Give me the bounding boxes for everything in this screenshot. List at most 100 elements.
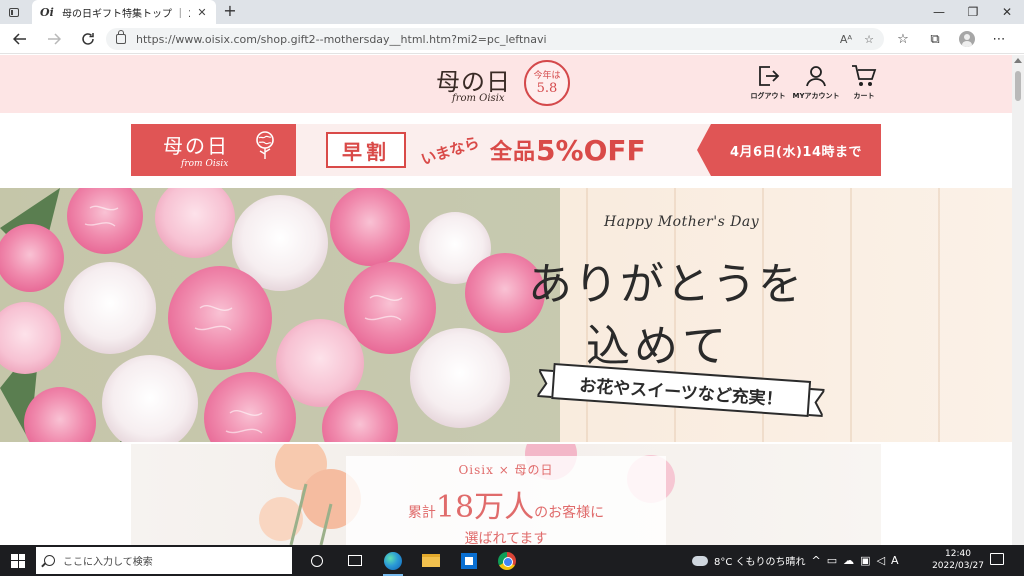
banner-logo-title: 母の日 [163,134,229,158]
maximize-button[interactable]: ❐ [956,0,990,24]
early-discount-banner[interactable]: 母の日 from Oisix 早割 いまなら 全品 5%OFF 4月6日(水)1… [131,124,881,176]
discount-label: 5%OFF [536,133,646,167]
edge-taskbar-button[interactable] [374,545,412,576]
customer-count-banner[interactable]: Oisix × 母の日 累計18万人のお客様に 選ばれてます [131,444,881,545]
task-view-button[interactable] [336,545,374,576]
task-view-icon [348,555,362,566]
battery-icon[interactable]: ▭ [827,554,837,567]
carnation-bouquet-image [0,188,560,442]
happy-mothers-day-text: Happy Mother's Day [604,214,760,230]
banner-logo-block: 母の日 from Oisix [131,124,296,176]
clock-time: 12:40 [945,549,971,559]
my-account-link[interactable]: MYアカウント [792,63,840,101]
cortana-icon [311,554,323,567]
scroll-up-icon[interactable] [1014,58,1022,63]
early-discount-tag: 早割 [326,132,406,168]
my-account-label: MYアカウント [792,92,840,100]
logout-icon [755,63,781,89]
explorer-taskbar-button[interactable] [412,545,450,576]
read-aloud-icon[interactable]: Aᴬ [840,33,852,46]
all-items-label: 全品 [490,140,537,165]
tab-title: 母の日ギフト特集トップ ｜ 2022年 母の日 [62,8,190,20]
clock-date: 2022/03/27 [932,561,984,571]
logo-from: from Oisix [452,93,505,104]
system-tray: 8°C くもりのち晴れ ^ ▭ ☁ ▣ ◁ A [692,545,899,576]
tab-close-icon[interactable]: ✕ [196,6,208,19]
store-taskbar-button[interactable] [450,545,488,576]
refresh-button[interactable] [78,29,98,49]
count-prefix: 累計 [407,505,436,521]
page-scrollbar[interactable] [1012,55,1024,545]
customer-count-headline: 累計18万人のお客様に [346,482,666,526]
back-button[interactable] [10,29,30,49]
forward-button[interactable] [44,29,64,49]
new-tab-button[interactable]: + [221,2,239,20]
chrome-icon [498,551,516,570]
onedrive-icon[interactable]: ☁ [843,554,854,567]
hero-message: Happy Mother's Day ありがとうを 込めて お花やスイーツなど充… [500,188,1012,442]
more-menu-icon[interactable]: ⋯ [986,29,1012,49]
refresh-icon [82,33,94,45]
logout-link[interactable]: ログアウト [749,63,787,101]
banner-offer-block: 早割 いまなら 全品 5%OFF 4月6日(水)14時まで [296,124,881,176]
hero-line-2: 込めて [586,321,730,372]
volume-icon[interactable]: ◁ [877,554,885,567]
stamp-date: 5.8 [536,80,558,96]
taskbar-apps [298,545,526,576]
browser-toolbar: ☆ ⧉ ⋯ [890,29,1012,49]
count-suffix: のお客様に [534,505,605,521]
scroll-thumb[interactable] [1015,71,1021,101]
address-bar-row: https://www.oisix.com/shop.gift2--mother… [0,24,1024,54]
customer-count-section: Oisix × 母の日 累計18万人のお客様に 選ばれてます [0,444,1012,545]
taskbar-search-box[interactable]: ここに入力して検索 [36,547,292,574]
cortana-button[interactable] [298,545,336,576]
stamp-label: 今年は [533,70,561,81]
cloud-icon [692,555,708,566]
mothers-day-logo[interactable]: 母の日 from Oisix 今年は 5.8 [436,60,586,108]
search-icon [44,555,55,566]
store-icon [461,552,477,569]
tab-actions-icon[interactable] [6,4,22,20]
browser-tab[interactable]: Oi 母の日ギフト特集トップ ｜ 2022年 母の日 ✕ [32,0,216,24]
url-text[interactable]: https://www.oisix.com/shop.gift2--mother… [136,33,828,46]
header-links: ログアウト MYアカウント カート [749,63,883,101]
notification-center-icon[interactable] [990,553,1004,565]
hero-banner[interactable]: Happy Mother's Day ありがとうを 込めて お花やスイーツなど充… [0,188,1012,442]
chrome-taskbar-button[interactable] [488,545,526,576]
hero-line-1: ありがとうを [528,259,804,310]
weather-text[interactable]: 8°C くもりのち晴れ [714,553,806,568]
account-icon [803,63,829,89]
start-button[interactable] [0,545,36,576]
site-header: 母の日 from Oisix 今年は 5.8 ログアウト MYアカウント カート [0,55,1012,113]
ime-indicator[interactable]: A [891,554,899,567]
search-placeholder: ここに入力して検索 [63,557,153,568]
collections-icon[interactable]: ⧉ [922,29,948,49]
banner-logo-from: from Oisix [181,159,229,169]
lock-icon [116,30,126,44]
forward-arrow-icon [48,33,61,45]
browser-tab-bar: Oi 母の日ギフト特集トップ ｜ 2022年 母の日 ✕ + — ❐ ✕ [0,0,1024,24]
customer-count-card: Oisix × 母の日 累計18万人のお客様に 選ばれてます [346,456,666,545]
site-favicon-icon: Oi [40,5,54,19]
network-icon[interactable]: ▣ [860,554,870,567]
windows-logo-icon [11,553,25,568]
date-stamp: 今年は 5.8 [524,60,570,106]
favorites-icon[interactable]: ☆ [890,29,916,49]
deadline-label: 4月6日(水)14時まで [697,124,881,176]
taskbar-clock[interactable]: 12:40 2022/03/27 [930,548,986,572]
minimize-button[interactable]: — [922,0,956,24]
cart-link[interactable]: カート [845,63,883,101]
cart-label: カート [853,92,875,100]
count-number: 18万人 [435,490,535,525]
oisix-mothers-day-title: Oisix × 母の日 [458,463,554,477]
show-hidden-icons-icon[interactable]: ^ [812,554,821,567]
favorite-star-icon[interactable]: ☆ [864,33,874,46]
url-field[interactable]: https://www.oisix.com/shop.gift2--mother… [106,28,884,50]
folder-icon [422,554,440,567]
hero-ribbon: お花やスイーツなど充実！ [536,362,826,422]
logout-label: ログアウト [750,92,786,100]
close-window-button[interactable]: ✕ [990,0,1024,24]
profile-avatar[interactable] [954,29,980,49]
back-arrow-icon [13,33,26,45]
now-label: いまなら [418,132,482,169]
